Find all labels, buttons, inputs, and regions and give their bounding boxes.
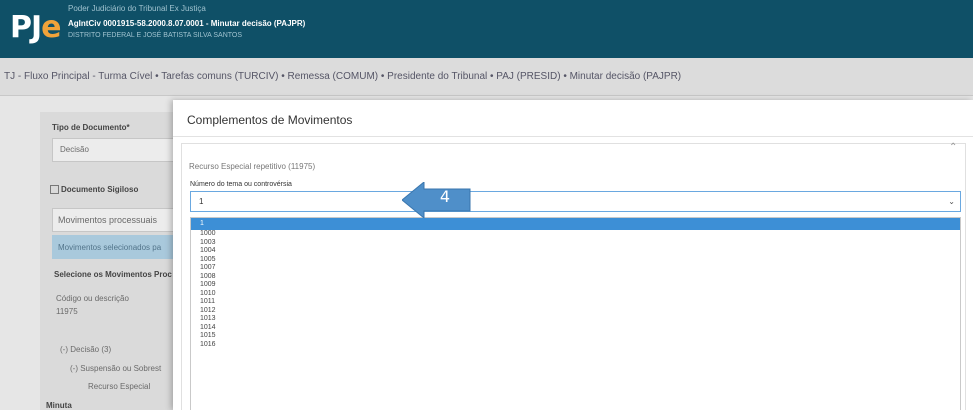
tema-option[interactable]: 1015 xyxy=(191,332,960,341)
tema-options-list[interactable]: 1 1000 1003 1004 1005 1007 1008 1009 1010 1011 101… xyxy=(190,217,961,410)
tree-item-decisao[interactable]: (-) Decisão (3) xyxy=(60,345,111,354)
minuta-label: Minuta xyxy=(46,401,72,410)
sigiloso-checkbox[interactable]: Documento Sigiloso xyxy=(50,185,138,195)
header-parties-line: DISTRITO FEDERAL E JOSÉ BATISTA SILVA SA… xyxy=(68,32,243,39)
tema-option[interactable]: 1007 xyxy=(191,264,960,273)
tema-option[interactable]: 1008 xyxy=(191,273,960,282)
tema-select[interactable]: 1 ⌄ xyxy=(190,191,961,212)
chevron-down-icon: ⌄ xyxy=(948,197,955,206)
tema-option[interactable]: 1010 xyxy=(191,290,960,299)
header-court-line: Poder Judiciário do Tribunal Ex Justiça xyxy=(68,4,206,13)
complementos-modal: Complementos de Movimentos Recurso Espec… xyxy=(173,100,973,410)
tipo-documento-label: Tipo de Documento* xyxy=(52,123,130,132)
callout-step-number: 4 xyxy=(439,187,451,206)
top-header: PJe Poder Judiciário do Tribunal Ex Just… xyxy=(0,0,973,58)
tema-option[interactable]: 1004 xyxy=(191,247,960,256)
selecione-movimentos-label: Selecione os Movimentos Proc xyxy=(54,270,172,279)
tema-option[interactable]: 1 xyxy=(191,218,960,230)
tema-option[interactable]: 1014 xyxy=(191,324,960,333)
modal-divider xyxy=(173,136,973,137)
tab-selected-label: Movimentos selecionados pa xyxy=(58,243,162,252)
tema-option[interactable]: 1000 xyxy=(191,230,960,239)
tree-item-recurso[interactable]: Recurso Especial xyxy=(88,382,150,391)
tema-option[interactable]: 1013 xyxy=(191,315,960,324)
checkbox-icon xyxy=(50,185,59,195)
section-title: Recurso Especial repetitivo (11975) xyxy=(189,162,316,171)
header-process-title: AgIntCiv 0001915-58.2000.8.07.0001 - Min… xyxy=(68,19,306,28)
chevron-up-icon[interactable]: ⌃ xyxy=(949,142,957,153)
codigo-value: 11975 xyxy=(56,307,78,316)
modal-title: Complementos de Movimentos xyxy=(187,113,353,127)
tema-option[interactable]: 1009 xyxy=(191,281,960,290)
tema-field-label: Número do tema ou controvérsia xyxy=(190,181,292,188)
tema-option[interactable]: 1011 xyxy=(191,298,960,307)
tema-select-value: 1 xyxy=(199,197,204,206)
tema-option[interactable]: 1016 xyxy=(191,341,960,350)
tema-option[interactable]: 1005 xyxy=(191,256,960,265)
tipo-documento-value: Decisão xyxy=(60,145,89,154)
step-callout-arrow: 4 xyxy=(402,182,472,218)
codigo-label: Código ou descrição xyxy=(56,294,129,303)
pje-logo: PJe xyxy=(10,10,62,45)
tab-movimentos-label: Movimentos processuais xyxy=(58,215,158,225)
tema-option[interactable]: 1012 xyxy=(191,307,960,316)
tema-option[interactable]: 1003 xyxy=(191,239,960,248)
breadcrumb: TJ - Fluxo Principal - Turma Cível • Tar… xyxy=(0,58,973,96)
tree-item-suspensao[interactable]: (-) Suspensão ou Sobrest xyxy=(70,364,161,373)
